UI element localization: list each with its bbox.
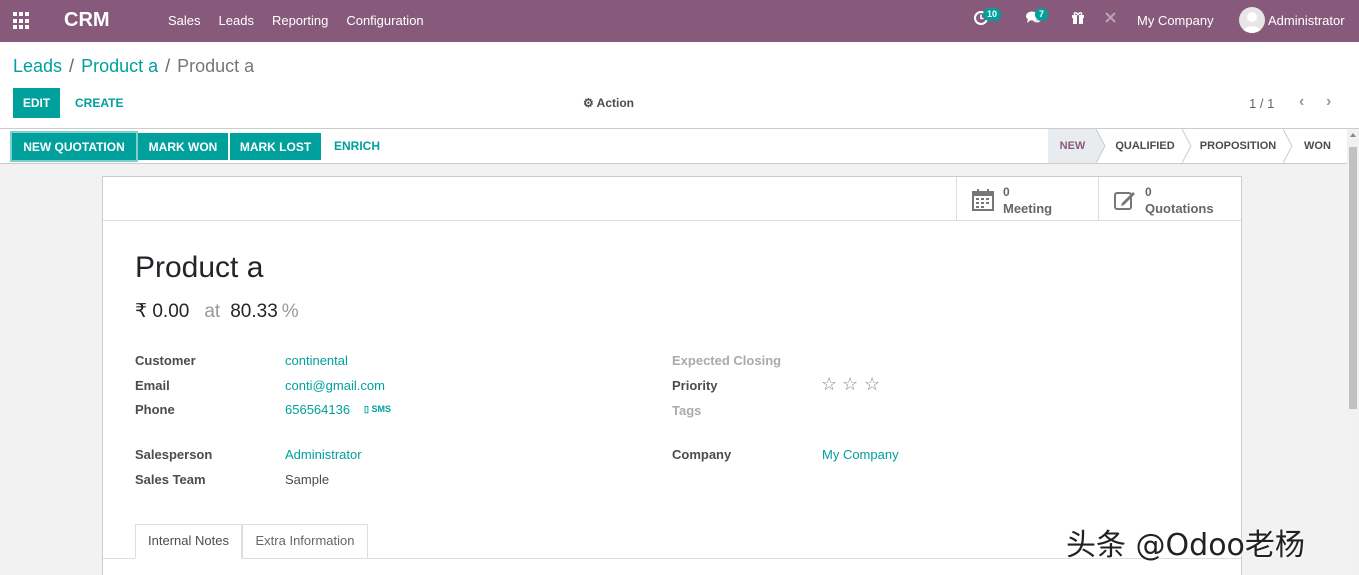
meeting-smart-button[interactable]: 0 Meeting — [956, 177, 1099, 221]
email-field[interactable]: conti@gmail.com — [285, 378, 385, 393]
form-statusbar: NEW QUOTATION MARK WON MARK LOST ENRICH … — [0, 129, 1347, 164]
enrich-button[interactable]: ENRICH — [334, 139, 380, 153]
mark-lost-button[interactable]: MARK LOST — [230, 133, 321, 160]
priority-label: Priority — [672, 378, 718, 393]
probability-value[interactable]: 80.33 — [230, 301, 278, 323]
stage-arrow-separator — [1096, 129, 1106, 163]
customer-field[interactable]: continental — [285, 353, 348, 368]
breadcrumb-current: Product a — [177, 56, 255, 76]
stage-qualified[interactable]: QUALIFIED — [1106, 129, 1184, 163]
breadcrumb-separator: / — [165, 56, 171, 76]
vertical-scrollbar[interactable] — [1347, 129, 1359, 575]
gift-icon[interactable] — [1071, 11, 1085, 28]
pager-previous-icon[interactable]: ‹ — [1299, 93, 1304, 111]
menu-leads[interactable]: Leads — [210, 0, 263, 42]
email-label: Email — [135, 378, 170, 393]
salesperson-field[interactable]: Administrator — [285, 447, 362, 462]
form-sheet: 0 Meeting 0 Quotations Product a ₹ 0.00 … — [102, 176, 1242, 575]
top-navbar: CRM Sales Leads Reporting Configuration … — [0, 0, 1359, 42]
breadcrumb-parent-record[interactable]: Product a — [81, 56, 158, 77]
priority-star-icon[interactable]: ☆ — [864, 375, 880, 393]
percent-sign: % — [281, 301, 299, 322]
calendar-icon — [972, 189, 994, 211]
create-button[interactable]: CREATE — [75, 96, 123, 110]
stage-arrow-separator — [1182, 129, 1192, 163]
tab-internal-notes[interactable]: Internal Notes — [135, 524, 242, 559]
pager-value[interactable]: 1 / 1 — [1249, 96, 1274, 111]
menu-sales[interactable]: Sales — [159, 0, 210, 42]
breadcrumb-separator: / — [69, 56, 75, 76]
menu-reporting[interactable]: Reporting — [263, 0, 337, 42]
sms-label: SMS — [371, 404, 391, 414]
apps-menu-icon[interactable] — [13, 12, 31, 30]
stage-proposition[interactable]: PROPOSITION — [1192, 129, 1284, 163]
meeting-label: Meeting — [1003, 201, 1053, 216]
main-menu: Sales Leads Reporting Configuration — [159, 0, 433, 42]
at-label: at — [204, 301, 221, 322]
stage-won[interactable]: WON — [1293, 129, 1342, 163]
activity-clock-icon[interactable]: 10 — [974, 8, 1002, 28]
company-label: Company — [672, 447, 732, 462]
gear-icon: ⚙ — [583, 96, 594, 110]
message-count-badge: 7 — [1035, 8, 1049, 21]
expected-revenue[interactable]: ₹ 0.00 — [135, 300, 189, 323]
debug-tools-icon[interactable] — [1104, 11, 1117, 27]
company-field[interactable]: My Company — [822, 447, 899, 462]
expected-revenue-row: ₹ 0.00 at 80.33 % — [135, 300, 299, 323]
scroll-up-icon[interactable] — [1350, 133, 1356, 137]
record-title[interactable]: Product a — [135, 251, 263, 285]
tags-label: Tags — [672, 403, 702, 418]
pager-next-icon[interactable]: › — [1326, 93, 1331, 111]
new-quotation-button[interactable]: NEW QUOTATION — [10, 131, 138, 162]
edit-pencil-icon — [1114, 192, 1135, 210]
breadcrumb-leads[interactable]: Leads — [13, 56, 62, 77]
meeting-count: 0 — [1003, 185, 1010, 199]
salesperson-label: Salesperson — [135, 447, 213, 462]
sales-team-field[interactable]: Sample — [285, 472, 329, 487]
phone-field[interactable]: 656564136 — [285, 402, 350, 417]
menu-configuration[interactable]: Configuration — [337, 0, 432, 42]
stage-arrow-separator — [1283, 129, 1293, 163]
company-switcher[interactable]: My Company — [1137, 13, 1214, 28]
mobile-phone-icon: ▯ — [364, 404, 369, 414]
user-menu[interactable]: Administrator — [1268, 13, 1345, 28]
tab-extra-information[interactable]: Extra Information — [242, 524, 368, 559]
scrollbar-thumb[interactable] — [1349, 147, 1357, 409]
quotations-count: 0 — [1145, 185, 1152, 199]
customer-label: Customer — [135, 353, 196, 368]
sales-team-label: Sales Team — [135, 472, 206, 487]
action-label: Action — [596, 96, 634, 110]
send-sms-button[interactable]: ▯ SMS — [364, 404, 391, 415]
smart-button-box: 0 Meeting 0 Quotations — [103, 177, 1241, 221]
activity-count-badge: 10 — [983, 8, 1002, 21]
quotations-label: Quotations — [1145, 201, 1214, 216]
quotations-smart-button[interactable]: 0 Quotations — [1098, 177, 1241, 221]
stage-new[interactable]: NEW — [1048, 129, 1097, 163]
priority-star-icon[interactable]: ☆ — [821, 375, 837, 393]
watermark-text: 头条 @Odoo老杨 — [1066, 528, 1305, 563]
messages-chat-icon[interactable]: 7 — [1026, 8, 1049, 28]
user-avatar[interactable] — [1239, 7, 1265, 33]
priority-star-icon[interactable]: ☆ — [842, 375, 858, 393]
phone-label: Phone — [135, 402, 175, 417]
action-dropdown[interactable]: ⚙ Action — [583, 96, 634, 110]
edit-button[interactable]: EDIT — [13, 88, 60, 118]
app-brand[interactable]: CRM — [64, 9, 110, 32]
control-panel: Leads / Product a / Product a EDIT CREAT… — [0, 42, 1359, 129]
breadcrumb: Leads / Product a / Product a — [13, 56, 254, 77]
mark-won-button[interactable]: MARK WON — [138, 133, 228, 160]
expected-closing-label: Expected Closing — [672, 353, 782, 368]
